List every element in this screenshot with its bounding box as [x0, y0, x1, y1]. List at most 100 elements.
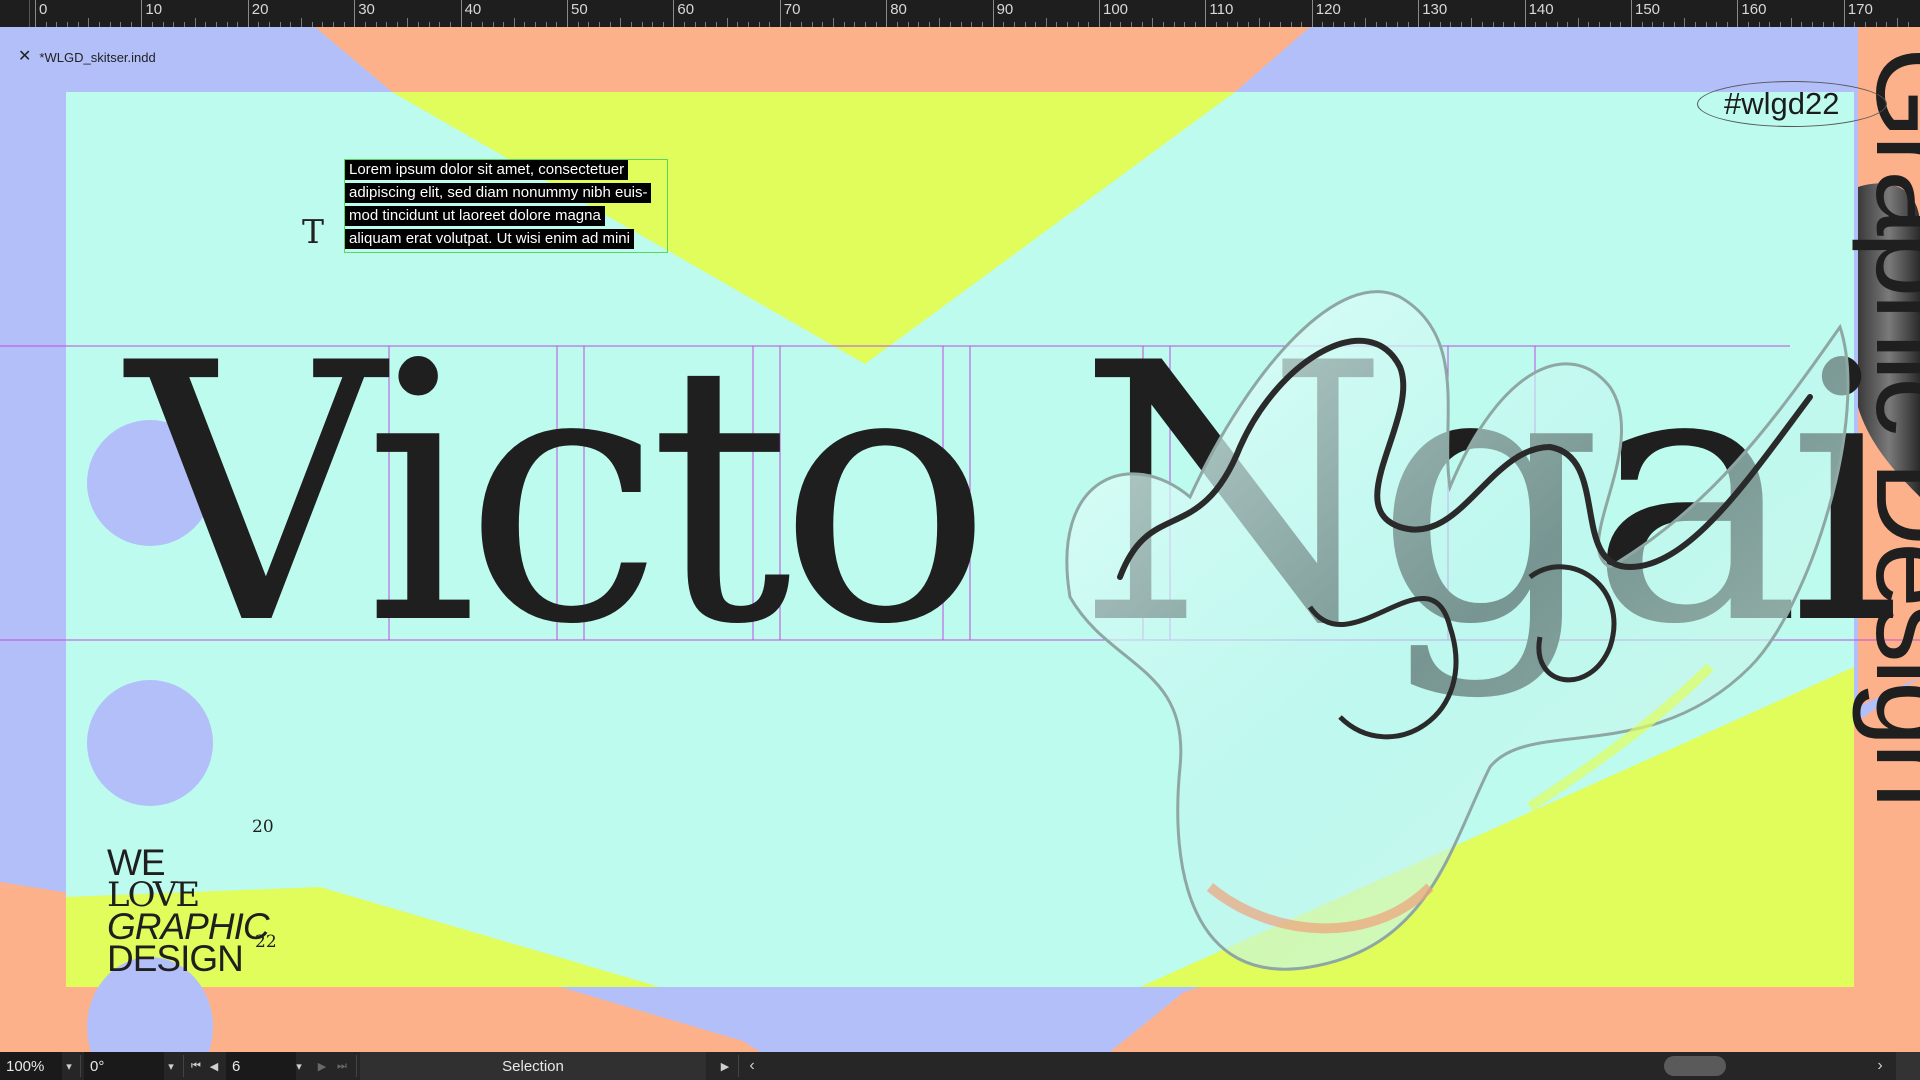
zoom-field[interactable]: 100% — [0, 1052, 62, 1080]
lorem-line[interactable]: mod tincidunt ut laoreet dolore magna — [345, 206, 605, 226]
ruler-tick — [1822, 22, 1824, 27]
ruler-tick — [1684, 18, 1686, 27]
ruler-tick — [620, 18, 622, 27]
ruler-tick — [1077, 22, 1079, 27]
ruler-tick — [1130, 22, 1132, 27]
ruler-tick — [1535, 22, 1537, 27]
ruler-tick — [1354, 22, 1356, 27]
lorem-line[interactable]: adipiscing elit, sed diam nonummy nibh e… — [345, 183, 652, 203]
ruler-tick — [237, 22, 239, 27]
ruler-tick — [1396, 22, 1398, 27]
logo-year-top: 20 — [252, 817, 274, 837]
ruler-tick — [1386, 22, 1388, 27]
ruler-tick — [407, 18, 409, 27]
ruler-tick — [801, 22, 803, 27]
ruler-tick — [343, 22, 345, 27]
horizontal-ruler[interactable]: 0 10 20 30 40 50 60 70 80 90 100 110 120 130 140 150 160… — [0, 0, 1920, 27]
ruler-tick — [609, 22, 611, 27]
document-canvas[interactable]: #wlgd22 T Lorem ipsum dolor sit amet, co… — [0, 27, 1920, 1052]
mode-display[interactable]: Selection — [360, 1052, 706, 1080]
scroll-right-icon[interactable]: › — [1870, 1052, 1890, 1080]
document-tab[interactable]: ✕ *WLGD_skitser.indd — [18, 49, 156, 65]
ruler-label: 80 — [890, 1, 907, 18]
page-dropdown-chevron-icon[interactable]: ▾ — [290, 1052, 308, 1080]
ruler-tick — [492, 22, 494, 27]
mode-label: Selection — [502, 1057, 564, 1075]
ruler-label: 160 — [1741, 1, 1767, 18]
corner-box — [1896, 1052, 1920, 1080]
angle-dropdown-chevron-icon[interactable]: ▾ — [162, 1052, 180, 1080]
ruler-tick — [1865, 22, 1867, 27]
ruler-tick — [386, 22, 388, 27]
ruler-tick — [1854, 22, 1856, 27]
ruler-tick — [450, 22, 451, 27]
ruler-tick — [694, 22, 696, 27]
ruler-tick — [322, 22, 324, 27]
ruler-tick — [896, 22, 898, 27]
logo-year-bottom: 22 — [255, 932, 277, 952]
ruler-label: 100 — [1103, 1, 1129, 18]
ruler-tick — [1524, 0, 1526, 27]
ruler-tick — [120, 22, 122, 27]
ruler-tick — [684, 22, 685, 27]
ruler-tick — [1067, 22, 1069, 27]
page-number-field[interactable]: 6 — [226, 1052, 296, 1080]
lorem-line[interactable]: Lorem ipsum dolor sit amet, consectetuer — [345, 160, 629, 180]
ruler-tick — [630, 22, 632, 27]
zoom-dropdown-chevron-icon[interactable]: ▾ — [60, 1052, 78, 1080]
prev-page-icon[interactable]: ◀ — [206, 1052, 222, 1080]
angle-value[interactable]: 0° — [90, 1058, 104, 1075]
zoom-value[interactable]: 100% — [6, 1058, 44, 1075]
ruler-tick — [535, 22, 537, 27]
ruler-tick — [918, 22, 920, 27]
ruler-tick — [598, 22, 600, 27]
ruler-tick — [737, 22, 739, 27]
status-bar: 100% ▾ 0° ▾ ⏮ ◀ 6 ▾ ▶ ⏭ Selection ▶ ‹ › — [0, 1052, 1920, 1080]
page-number[interactable]: 6 — [232, 1058, 240, 1075]
close-icon[interactable]: ✕ — [18, 49, 31, 65]
ruler-tick — [939, 18, 941, 27]
lorem-text-frame[interactable]: Lorem ipsum dolor sit amet, consectetuer… — [344, 159, 668, 253]
ruler-tick — [481, 22, 483, 27]
scroll-left-icon[interactable]: ‹ — [742, 1052, 762, 1080]
ruler-origin[interactable] — [0, 0, 30, 27]
ruler-tick — [726, 18, 728, 27]
ruler-tick — [215, 22, 217, 27]
ruler-tick — [109, 22, 111, 27]
ruler-tick — [1471, 18, 1473, 27]
ruler-tick — [1439, 22, 1441, 27]
ruler-label: 130 — [1422, 1, 1448, 18]
horizontal-scrollbar-thumb[interactable] — [1664, 1056, 1726, 1076]
ruler-tick — [66, 22, 68, 27]
ruler-tick — [992, 0, 994, 27]
ruler-tick — [1503, 22, 1505, 27]
lorem-line[interactable]: aliquam erat volutpat. Ut wisi enim ad m… — [345, 229, 634, 249]
horizontal-scrollbar-track[interactable] — [764, 1052, 1884, 1080]
wlgd-logo: WE LOVE GRAPHIC DESIGN — [107, 844, 270, 979]
ruler-tick — [1514, 22, 1515, 27]
ruler-tick — [184, 22, 185, 27]
logo-line-4: DESIGN — [107, 938, 244, 979]
ruler-tick — [513, 18, 515, 27]
ruler-tick — [56, 22, 58, 27]
ruler-tick — [1790, 18, 1792, 27]
next-page-icon[interactable]: ▶ — [314, 1052, 330, 1080]
ruler-tick — [77, 22, 79, 27]
ruler-tick — [1162, 22, 1164, 27]
ruler-tick — [1109, 22, 1111, 27]
ruler-tick — [1301, 22, 1303, 27]
ruler-tick — [247, 0, 249, 27]
ruler-label: 20 — [251, 1, 269, 18]
ruler-label: 70 — [783, 1, 801, 18]
play-icon[interactable]: ▶ — [716, 1052, 734, 1080]
angle-field[interactable]: 0° — [84, 1052, 164, 1080]
ruler-tick — [673, 0, 675, 27]
ruler-tick — [641, 22, 643, 27]
ruler-tick — [556, 22, 558, 27]
ruler-tick — [88, 18, 90, 27]
ruler-tick — [418, 22, 419, 27]
ruler-tick — [1492, 22, 1494, 27]
ruler-tick — [790, 22, 792, 27]
last-page-icon[interactable]: ⏭ — [334, 1052, 350, 1080]
first-page-icon[interactable]: ⏮ — [188, 1052, 204, 1080]
